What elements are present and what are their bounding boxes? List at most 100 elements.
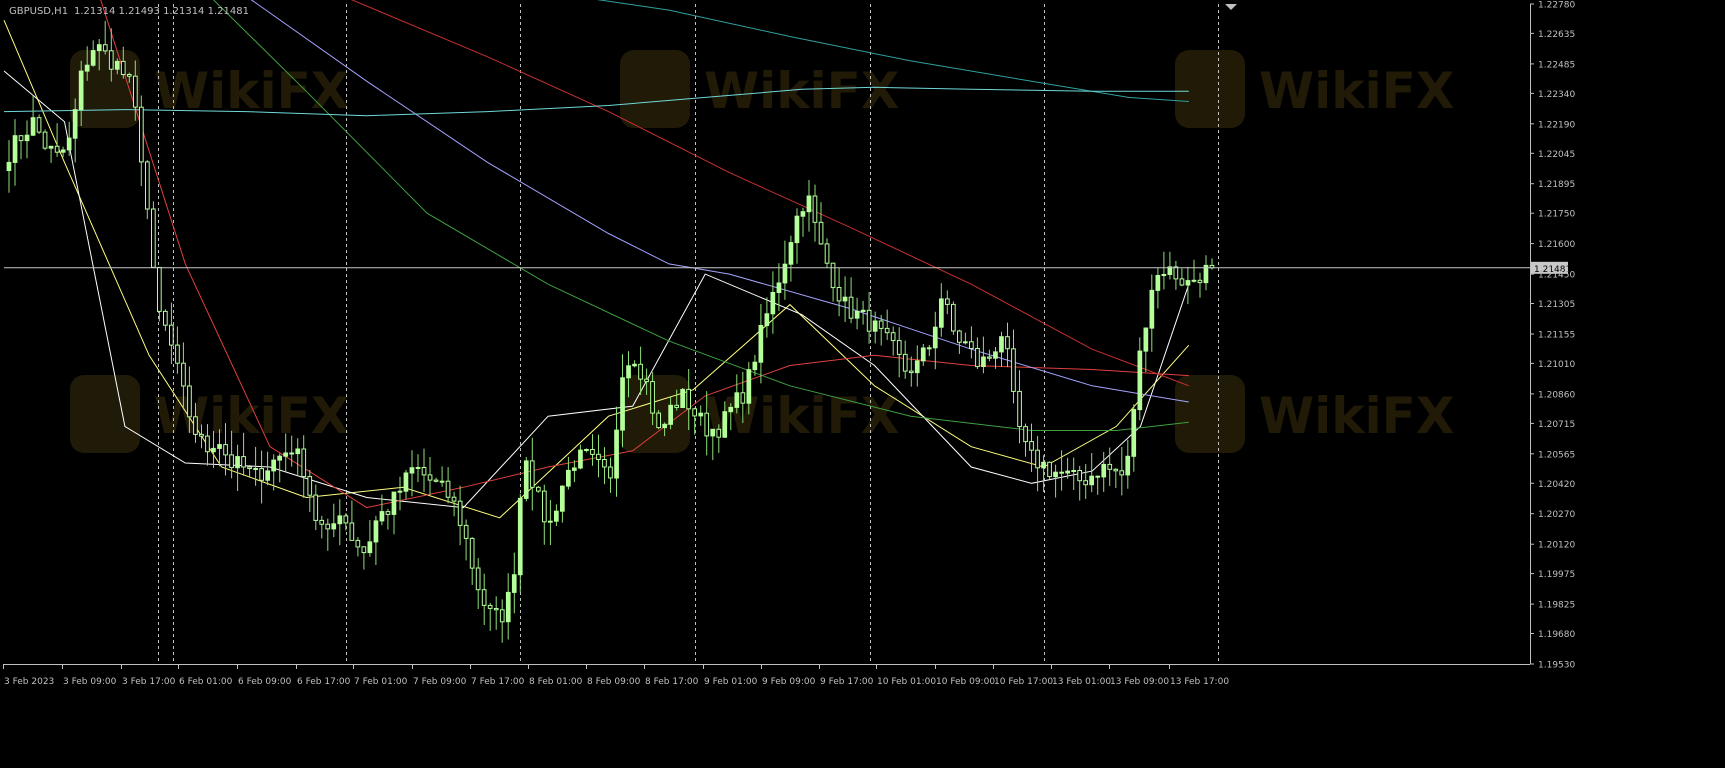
x-tick-label: 13 Feb 17:00 xyxy=(1170,677,1229,687)
candle-body xyxy=(1101,463,1107,478)
candle-body xyxy=(920,347,926,362)
candle-body xyxy=(421,467,427,476)
candle-body xyxy=(487,604,493,609)
candle-body xyxy=(1077,470,1083,482)
candle-body xyxy=(217,444,222,449)
watermark-logo-icon xyxy=(620,375,690,453)
candle-body xyxy=(746,369,752,404)
candle-body xyxy=(1065,470,1071,474)
candle-body xyxy=(349,522,355,541)
watermark: WikiFX xyxy=(1175,50,1454,128)
candle-body xyxy=(536,486,541,492)
candle-body xyxy=(902,353,908,372)
candle-body xyxy=(1107,463,1113,470)
candle-body xyxy=(120,60,126,76)
candle-body xyxy=(18,135,24,142)
y-tick-label: 1.20420 xyxy=(1538,480,1575,490)
candle-body xyxy=(542,490,547,523)
candle-body xyxy=(235,456,240,469)
candle-body xyxy=(650,381,655,414)
candle-body xyxy=(157,266,162,312)
x-tick-label: 10 Feb 17:00 xyxy=(994,677,1053,687)
candle-body xyxy=(632,363,637,367)
candle-body xyxy=(60,149,66,153)
candle-body xyxy=(638,363,643,380)
candle-body xyxy=(908,370,914,374)
x-tick-label: 10 Feb 01:00 xyxy=(877,677,936,687)
chart-window[interactable]: WikiFX WikiFX WikiFX WikiFX WikiFX WikiFX 1.2… xyxy=(0,0,1725,764)
candle-body xyxy=(716,428,722,438)
candle-body xyxy=(686,388,691,410)
y-tick-label: 1.19825 xyxy=(1538,601,1575,611)
candle-body xyxy=(253,468,259,470)
x-tick-label: 8 Feb 09:00 xyxy=(587,677,641,687)
candle-body xyxy=(84,64,90,72)
x-tick-label: 3 Feb 09:00 xyxy=(63,677,117,687)
candle-body xyxy=(812,195,818,223)
candle-body xyxy=(1191,279,1197,282)
candle-body xyxy=(241,456,246,468)
candle-body xyxy=(932,326,938,349)
candle-body xyxy=(602,459,607,468)
candle-body xyxy=(890,332,896,342)
candle-body xyxy=(409,467,415,474)
x-tick-label: 3 Feb 17:00 xyxy=(122,677,176,687)
x-tick-label: 6 Feb 17:00 xyxy=(297,677,351,687)
x-tick-label: 7 Feb 17:00 xyxy=(471,677,525,687)
y-tick-label: 1.20565 xyxy=(1538,450,1575,460)
candle-body xyxy=(656,412,661,429)
candle-body xyxy=(951,303,956,332)
x-tick-label: 13 Feb 09:00 xyxy=(1110,677,1169,687)
candle-body xyxy=(529,460,535,488)
candle-body xyxy=(169,324,174,346)
price-chart[interactable]: WikiFX WikiFX WikiFXWikiFX WikiFX WikiFX 1.2… xyxy=(0,0,1725,764)
candle-body xyxy=(415,467,421,469)
candle-body xyxy=(451,496,457,502)
candle-body xyxy=(842,296,848,302)
y-tick-label: 1.21155 xyxy=(1538,331,1575,341)
candle-body xyxy=(1185,280,1191,286)
candle-body xyxy=(896,340,902,355)
candle-body xyxy=(511,574,517,593)
candle-body xyxy=(181,362,186,387)
candle-body xyxy=(301,448,307,478)
candle-body xyxy=(445,480,451,498)
candle-body xyxy=(72,109,78,139)
candle-body xyxy=(1137,350,1143,411)
candle-body xyxy=(878,320,884,329)
candle-body xyxy=(704,412,710,437)
candle-body xyxy=(939,298,944,328)
candle-body xyxy=(1041,461,1046,469)
candle-body xyxy=(584,449,589,451)
candle-body xyxy=(427,474,433,481)
candle-body xyxy=(680,388,685,408)
candle-body xyxy=(1071,470,1077,472)
candle-body xyxy=(66,137,72,151)
candle-body xyxy=(1197,279,1203,284)
candle-body xyxy=(319,519,325,525)
candle-body xyxy=(1083,480,1089,486)
candle-body xyxy=(926,347,932,350)
candle-body xyxy=(151,208,156,268)
candle-body xyxy=(848,296,854,319)
candle-body xyxy=(90,50,96,66)
candle-body xyxy=(403,472,409,492)
watermark: WikiFX xyxy=(620,50,899,128)
candle-body xyxy=(1011,348,1016,392)
candle-body xyxy=(289,452,294,455)
candle-body xyxy=(578,449,583,469)
candle-body xyxy=(987,356,992,359)
candle-body xyxy=(265,470,270,481)
candle-body xyxy=(866,309,872,332)
candle-body xyxy=(475,567,481,591)
symbol-label: GBPUSD,H1 xyxy=(9,6,68,17)
candle-body xyxy=(668,404,673,425)
y-tick-label: 1.20860 xyxy=(1538,390,1575,400)
candle-body xyxy=(548,520,553,523)
candle-body xyxy=(1059,471,1065,474)
candle-body xyxy=(517,497,523,576)
candle-body xyxy=(433,479,439,482)
candle-body xyxy=(499,609,505,623)
watermark-logo-icon xyxy=(70,375,140,453)
candle-body xyxy=(854,310,860,319)
